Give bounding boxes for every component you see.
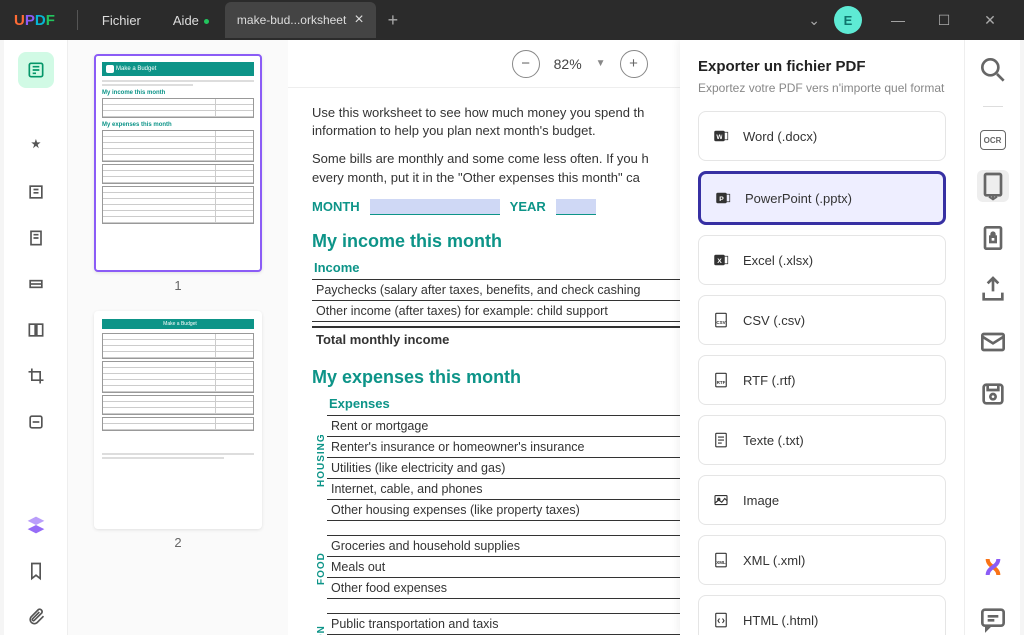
left-toolbar — [4, 40, 68, 635]
crop-tool-icon[interactable] — [18, 358, 54, 394]
year-label: YEAR — [510, 199, 546, 215]
excel-file-icon: X — [711, 250, 731, 270]
svg-text:XML: XML — [716, 560, 726, 565]
add-tab-button[interactable]: + — [388, 10, 399, 31]
zoom-value[interactable]: 82% — [554, 56, 582, 72]
export-subtitle: Exportez votre PDF vers n'importe quel f… — [698, 81, 946, 95]
xml-file-icon: XML — [711, 550, 731, 570]
export-format-xml[interactable]: XML XML (.xml) — [698, 535, 946, 585]
thumbnail-panel: Make a Budget My income this month My ex… — [68, 40, 288, 635]
export-format-label: Excel (.xlsx) — [743, 253, 813, 268]
search-icon[interactable] — [977, 54, 1009, 86]
thumbnail-number: 2 — [82, 535, 274, 550]
svg-text:X: X — [717, 258, 722, 265]
edit-tool-icon[interactable] — [18, 174, 54, 210]
csv-file-icon: CSV — [711, 310, 731, 330]
export-format-label: Image — [743, 493, 779, 508]
tab-label: make-bud...orksheet — [237, 13, 346, 27]
svg-text:RTF: RTF — [717, 380, 726, 385]
email-icon[interactable] — [977, 326, 1009, 358]
maximize-button[interactable]: ☐ — [922, 0, 966, 40]
txt-file-icon — [711, 430, 731, 450]
page-thumbnail-2[interactable]: Make a Budget — [94, 311, 262, 529]
page-tool-icon[interactable] — [18, 220, 54, 256]
export-format-word[interactable]: W Word (.docx) — [698, 111, 946, 161]
fill-sign-icon[interactable] — [18, 266, 54, 302]
titlebar: UPDF Fichier Aide make-bud...orksheet × … — [0, 0, 1024, 40]
comment-tool-icon[interactable] — [18, 128, 54, 164]
save-icon[interactable] — [977, 378, 1009, 410]
export-format-excel[interactable]: X Excel (.xlsx) — [698, 235, 946, 285]
notification-dot-icon — [204, 19, 209, 24]
layers-icon[interactable] — [18, 507, 54, 543]
month-label: MONTH — [312, 199, 360, 215]
export-format-label: XML (.xml) — [743, 553, 805, 568]
chat-icon[interactable] — [977, 603, 1009, 635]
app-logo: UPDF — [0, 12, 69, 29]
transportation-category: TRANSPORTATION — [312, 613, 327, 635]
ppt-file-icon: P — [713, 188, 733, 208]
protect-icon[interactable] — [977, 222, 1009, 254]
user-avatar[interactable]: E — [834, 6, 862, 34]
export-format-ppt[interactable]: P PowerPoint (.pptx) — [698, 171, 946, 225]
document-tab[interactable]: make-bud...orksheet × — [225, 2, 376, 38]
reader-mode-icon[interactable] — [18, 52, 54, 88]
export-title: Exporter un fichier PDF — [698, 58, 946, 75]
export-icon[interactable] — [977, 170, 1009, 202]
zoom-in-button[interactable]: + — [620, 50, 648, 78]
export-format-csv[interactable]: CSV CSV (.csv) — [698, 295, 946, 345]
zoom-dropdown-icon[interactable]: ▼ — [596, 58, 606, 69]
menu-help[interactable]: Aide — [157, 13, 215, 28]
svg-text:CSV: CSV — [716, 320, 725, 325]
redact-tool-icon[interactable] — [18, 404, 54, 440]
thumbnail-number: 1 — [82, 278, 274, 293]
export-format-rtf[interactable]: RTF RTF (.rtf) — [698, 355, 946, 405]
month-field[interactable] — [370, 199, 500, 215]
right-toolbar: OCR — [964, 40, 1020, 635]
svg-text:P: P — [719, 196, 724, 203]
share-icon[interactable] — [977, 274, 1009, 306]
html-file-icon — [711, 610, 731, 630]
export-format-html[interactable]: HTML (.html) — [698, 595, 946, 635]
minimize-button[interactable]: — — [876, 0, 920, 40]
export-format-img[interactable]: Image — [698, 475, 946, 525]
housing-category: HOUSING — [312, 396, 327, 525]
ai-icon[interactable] — [977, 551, 1009, 583]
export-format-label: Word (.docx) — [743, 129, 817, 144]
img-file-icon — [711, 490, 731, 510]
rtf-file-icon: RTF — [711, 370, 731, 390]
export-format-label: Texte (.txt) — [743, 433, 804, 448]
bookmark-icon[interactable] — [18, 553, 54, 589]
export-format-label: CSV (.csv) — [743, 313, 805, 328]
export-format-label: RTF (.rtf) — [743, 373, 795, 388]
close-tab-icon[interactable]: × — [354, 11, 363, 29]
export-panel: Exporter un fichier PDF Exportez votre P… — [680, 40, 964, 635]
zoom-out-button[interactable]: − — [512, 50, 540, 78]
organize-icon[interactable] — [18, 312, 54, 348]
food-category: FOOD — [312, 535, 327, 603]
export-format-txt[interactable]: Texte (.txt) — [698, 415, 946, 465]
export-format-label: PowerPoint (.pptx) — [745, 191, 852, 206]
attachment-icon[interactable] — [18, 599, 54, 635]
chevron-down-icon[interactable]: ⌄ — [808, 12, 820, 29]
close-window-button[interactable]: ✕ — [968, 0, 1012, 40]
page-thumbnail-1[interactable]: Make a Budget My income this month My ex… — [94, 54, 262, 272]
year-field[interactable] — [556, 199, 596, 215]
word-file-icon: W — [711, 126, 731, 146]
ocr-icon[interactable]: OCR — [980, 130, 1006, 150]
export-format-label: HTML (.html) — [743, 613, 818, 628]
menu-file[interactable]: Fichier — [86, 13, 157, 28]
